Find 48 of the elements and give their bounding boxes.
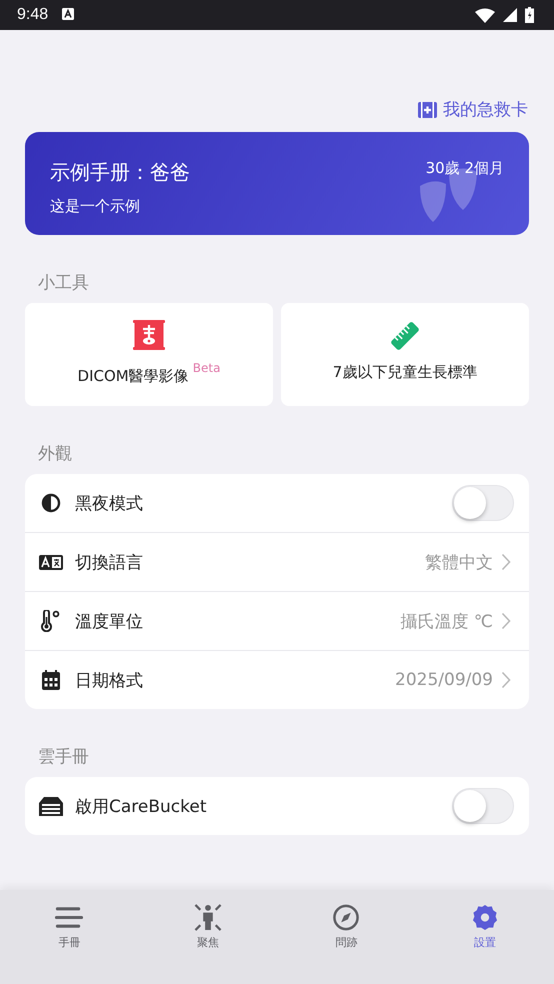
tool-label: 7歲以下兒童生長標準 [332,363,478,382]
profile-age: 30歲 2個月 [426,159,504,178]
person-focus-icon [194,904,222,931]
settings-row[interactable]: 啟用CareBucket [25,777,529,835]
section-heading: 外觀 [37,443,73,466]
first-aid-kit-icon [418,102,437,118]
setting-value: 2025/09/09 [395,670,493,690]
status-time: 9:48 [17,6,48,24]
setting-label: 啟用CareBucket [75,796,207,818]
setting-label: 切換語言 [75,552,143,574]
toggle-switch[interactable] [452,788,514,824]
setting-value: 攝氏溫度 ℃ [400,610,493,632]
profile-subtitle: 这是一个示例 [50,197,141,216]
notification-icon [62,8,74,20]
contrast-icon [39,493,63,513]
toggle-switch[interactable] [452,485,514,521]
emergency-card-link[interactable]: 我的急救卡 [418,98,529,121]
x-ray-icon [133,320,165,350]
compass-icon [332,904,360,931]
section-heading: 小工具 [37,272,90,295]
section-heading: 雲手冊 [37,746,90,769]
tab[interactable]: 手冊 [34,904,104,950]
signal-icon [503,8,517,22]
profile-title: 示例手册：爸爸 [50,159,191,186]
tab[interactable]: 設置 [450,904,520,950]
settings-icon [470,904,499,931]
server-icon [39,796,63,816]
calendar-icon [39,670,63,690]
settings-row[interactable]: 切換語言 繁體中文 [25,532,529,591]
settings-row[interactable]: 日期格式 2025/09/09 [25,650,529,709]
setting-label: 溫度單位 [75,610,143,632]
chevron-right-icon [501,671,511,689]
tool-label: DICOM醫學影像 $^{Beta}$ [78,361,220,386]
wifi-icon [475,8,495,22]
settings-row[interactable]: 黑夜模式 [25,474,529,532]
chevron-right-icon [501,553,511,571]
setting-label: 黑夜模式 [75,492,143,514]
settings-row[interactable]: 溫度單位 攝氏溫度 ℃ [25,591,529,650]
translate-icon [39,554,63,570]
profile-card[interactable]: 示例手册：爸爸 这是一个示例 30歲 2個月 [25,132,529,235]
tab[interactable]: 問跡 [311,904,382,950]
tool-card[interactable]: DICOM醫學影像 $^{Beta}$ [25,303,273,406]
setting-value: 繁體中文 [425,552,493,574]
tool-card[interactable]: 7歲以下兒童生長標準 [281,303,529,406]
battery-icon [525,7,534,23]
setting-label: 日期格式 [75,670,143,692]
tab[interactable]: 聚焦 [172,904,243,950]
chevron-right-icon [501,612,511,630]
